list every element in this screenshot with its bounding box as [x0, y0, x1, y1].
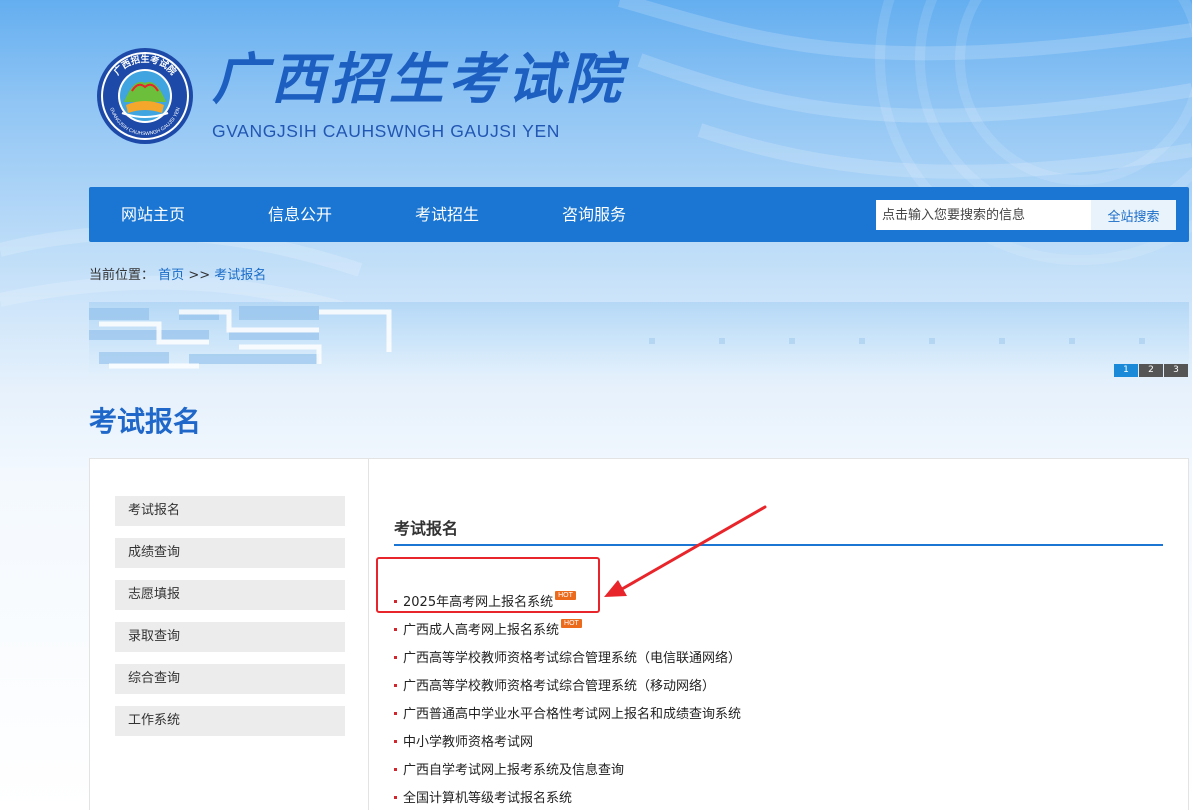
hot-badge: HOT [555, 591, 576, 600]
nav-item-info-disclosure[interactable]: 信息公开 [268, 187, 332, 242]
banner-page-3[interactable]: 3 [1164, 364, 1188, 377]
nav-item-consulting[interactable]: 咨询服务 [562, 187, 626, 242]
link-label[interactable]: 中小学教师资格考试网 [403, 735, 533, 750]
link-label[interactable]: 2025年高考网上报名系统 [403, 595, 553, 610]
link-item[interactable]: 广西成人高考网上报名系统 HOT [394, 619, 582, 642]
banner-page-2[interactable]: 2 [1139, 364, 1163, 377]
breadcrumb-separator: >> [188, 268, 211, 283]
section-title: 考试报名 [394, 519, 459, 538]
site-search-input[interactable] [876, 200, 1091, 230]
breadcrumb: 当前位置： 首页 >> 考试报名 [89, 264, 266, 283]
sidebar-item-admission-query[interactable]: 录取查询 [115, 622, 345, 652]
bullet-icon [394, 768, 397, 771]
link-label[interactable]: 广西成人高考网上报名系统 [403, 623, 559, 638]
site-title: 广西招生考试院 [212, 46, 626, 111]
link-label[interactable]: 广西高等学校教师资格考试综合管理系统（移动网络） [403, 679, 715, 694]
breadcrumb-current-link[interactable]: 考试报名 [214, 268, 266, 283]
link-item[interactable]: 广西高等学校教师资格考试综合管理系统（移动网络） [394, 676, 715, 698]
hot-badge: HOT [561, 619, 582, 628]
banner-page-1[interactable]: 1 [1114, 364, 1138, 377]
link-label[interactable]: 广西普通高中学业水平合格性考试网上报名和成绩查询系统 [403, 707, 741, 722]
bullet-icon [394, 740, 397, 743]
breadcrumb-home-link[interactable]: 首页 [158, 268, 184, 283]
site-subtitle: GVANGJSIH CAUHSWNGH GAUJSI YEN [212, 121, 560, 141]
link-label[interactable]: 全国计算机等级考试报名系统 [403, 791, 572, 806]
section-divider [394, 544, 1163, 546]
institution-seal-logo: 广西招生考试院 GVANGJSIH CAUHSWNGH GAUJSI YEN [97, 48, 193, 144]
bullet-icon [394, 796, 397, 799]
bullet-icon [394, 712, 397, 715]
sidebar-item-application-filling[interactable]: 志愿填报 [115, 580, 345, 610]
link-item[interactable]: 广西高等学校教师资格考试综合管理系统（电信联通网络） [394, 648, 741, 670]
bullet-icon [394, 684, 397, 687]
sidebar-item-exam-registration[interactable]: 考试报名 [115, 496, 345, 526]
link-item[interactable]: 全国计算机等级考试报名系统 [394, 788, 572, 810]
site-search-button[interactable]: 全站搜索 [1091, 200, 1176, 230]
bullet-icon [394, 628, 397, 631]
breadcrumb-prefix: 当前位置： [89, 268, 155, 283]
nav-item-home[interactable]: 网站主页 [121, 187, 185, 242]
sidebar-item-general-query[interactable]: 综合查询 [115, 664, 345, 694]
link-item[interactable]: 中小学教师资格考试网 [394, 732, 533, 754]
sidebar-item-score-query[interactable]: 成绩查询 [115, 538, 345, 568]
sidebar-item-work-system[interactable]: 工作系统 [115, 706, 345, 736]
bullet-icon [394, 656, 397, 659]
main-nav-bar: 网站主页 信息公开 考试招生 咨询服务 全站搜索 [89, 187, 1189, 242]
link-label[interactable]: 广西自学考试网上报考系统及信息查询 [403, 763, 624, 778]
link-item[interactable]: 2025年高考网上报名系统 HOT [394, 591, 576, 614]
page-title: 考试报名 [89, 405, 202, 438]
link-label[interactable]: 广西高等学校教师资格考试综合管理系统（电信联通网络） [403, 651, 741, 666]
nav-item-exam-admission[interactable]: 考试招生 [415, 187, 479, 242]
link-item[interactable]: 广西普通高中学业水平合格性考试网上报名和成绩查询系统 [394, 704, 741, 726]
banner-carousel[interactable] [89, 302, 1189, 377]
bullet-icon [394, 600, 397, 603]
sidebar-divider [368, 458, 369, 810]
link-item[interactable]: 广西自学考试网上报考系统及信息查询 [394, 760, 624, 782]
banner-decoration [89, 306, 1145, 369]
